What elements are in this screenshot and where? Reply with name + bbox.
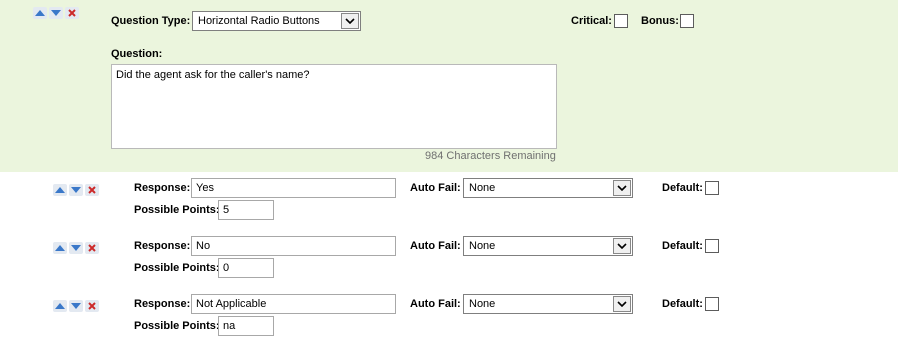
question-textarea[interactable]: Did the agent ask for the caller's name? [111, 64, 557, 149]
response-input[interactable]: Yes [191, 178, 396, 198]
move-up-icon[interactable] [53, 242, 67, 254]
move-down-icon[interactable] [69, 184, 83, 196]
response-input[interactable]: No [191, 236, 396, 256]
auto-fail-value: None [469, 182, 496, 194]
auto-fail-label: Auto Fail: [410, 240, 461, 252]
critical-label: Critical: [571, 15, 612, 27]
move-down-icon[interactable] [49, 7, 63, 19]
delete-icon[interactable] [65, 7, 79, 19]
default-checkbox[interactable] [705, 239, 719, 253]
auto-fail-value: None [469, 240, 496, 252]
auto-fail-select[interactable]: None [463, 236, 633, 256]
auto-fail-value: None [469, 298, 496, 310]
auto-fail-select[interactable]: None [463, 294, 633, 314]
question-controls [33, 7, 79, 19]
question-type-label: Question Type: [111, 15, 191, 27]
possible-points-label: Possible Points: [134, 262, 220, 274]
chevron-down-icon [341, 13, 359, 29]
possible-points-input[interactable]: 0 [218, 258, 274, 278]
response-input[interactable]: Not Applicable [191, 294, 396, 314]
question-type-select[interactable]: Horizontal Radio Buttons [192, 11, 361, 31]
delete-icon[interactable] [85, 184, 99, 196]
response-controls [53, 184, 99, 196]
response-label: Response: [134, 240, 191, 252]
question-type-value: Horizontal Radio Buttons [198, 15, 320, 27]
chevron-down-icon [613, 180, 631, 196]
delete-icon[interactable] [85, 300, 99, 312]
move-down-icon[interactable] [69, 300, 83, 312]
response-controls [53, 300, 99, 312]
question-label: Question: [111, 48, 163, 60]
default-checkbox[interactable] [705, 297, 719, 311]
default-label: Default: [662, 182, 703, 194]
question-panel: Question Type: Horizontal Radio Buttons … [0, 0, 898, 172]
delete-icon[interactable] [85, 242, 99, 254]
auto-fail-label: Auto Fail: [410, 182, 461, 194]
chevron-down-icon [613, 296, 631, 312]
chevron-down-icon [613, 238, 631, 254]
bonus-checkbox[interactable] [680, 14, 694, 28]
default-checkbox[interactable] [705, 181, 719, 195]
characters-remaining: 984 Characters Remaining [425, 150, 556, 162]
auto-fail-select[interactable]: None [463, 178, 633, 198]
bonus-label: Bonus: [641, 15, 679, 27]
default-label: Default: [662, 240, 703, 252]
possible-points-input[interactable]: na [218, 316, 274, 336]
response-controls [53, 242, 99, 254]
response-label: Response: [134, 298, 191, 310]
default-label: Default: [662, 298, 703, 310]
move-up-icon[interactable] [53, 184, 67, 196]
auto-fail-label: Auto Fail: [410, 298, 461, 310]
move-down-icon[interactable] [69, 242, 83, 254]
possible-points-label: Possible Points: [134, 204, 220, 216]
move-up-icon[interactable] [53, 300, 67, 312]
critical-checkbox[interactable] [614, 14, 628, 28]
response-label: Response: [134, 182, 191, 194]
possible-points-label: Possible Points: [134, 320, 220, 332]
possible-points-input[interactable]: 5 [218, 200, 274, 220]
move-up-icon[interactable] [33, 7, 47, 19]
